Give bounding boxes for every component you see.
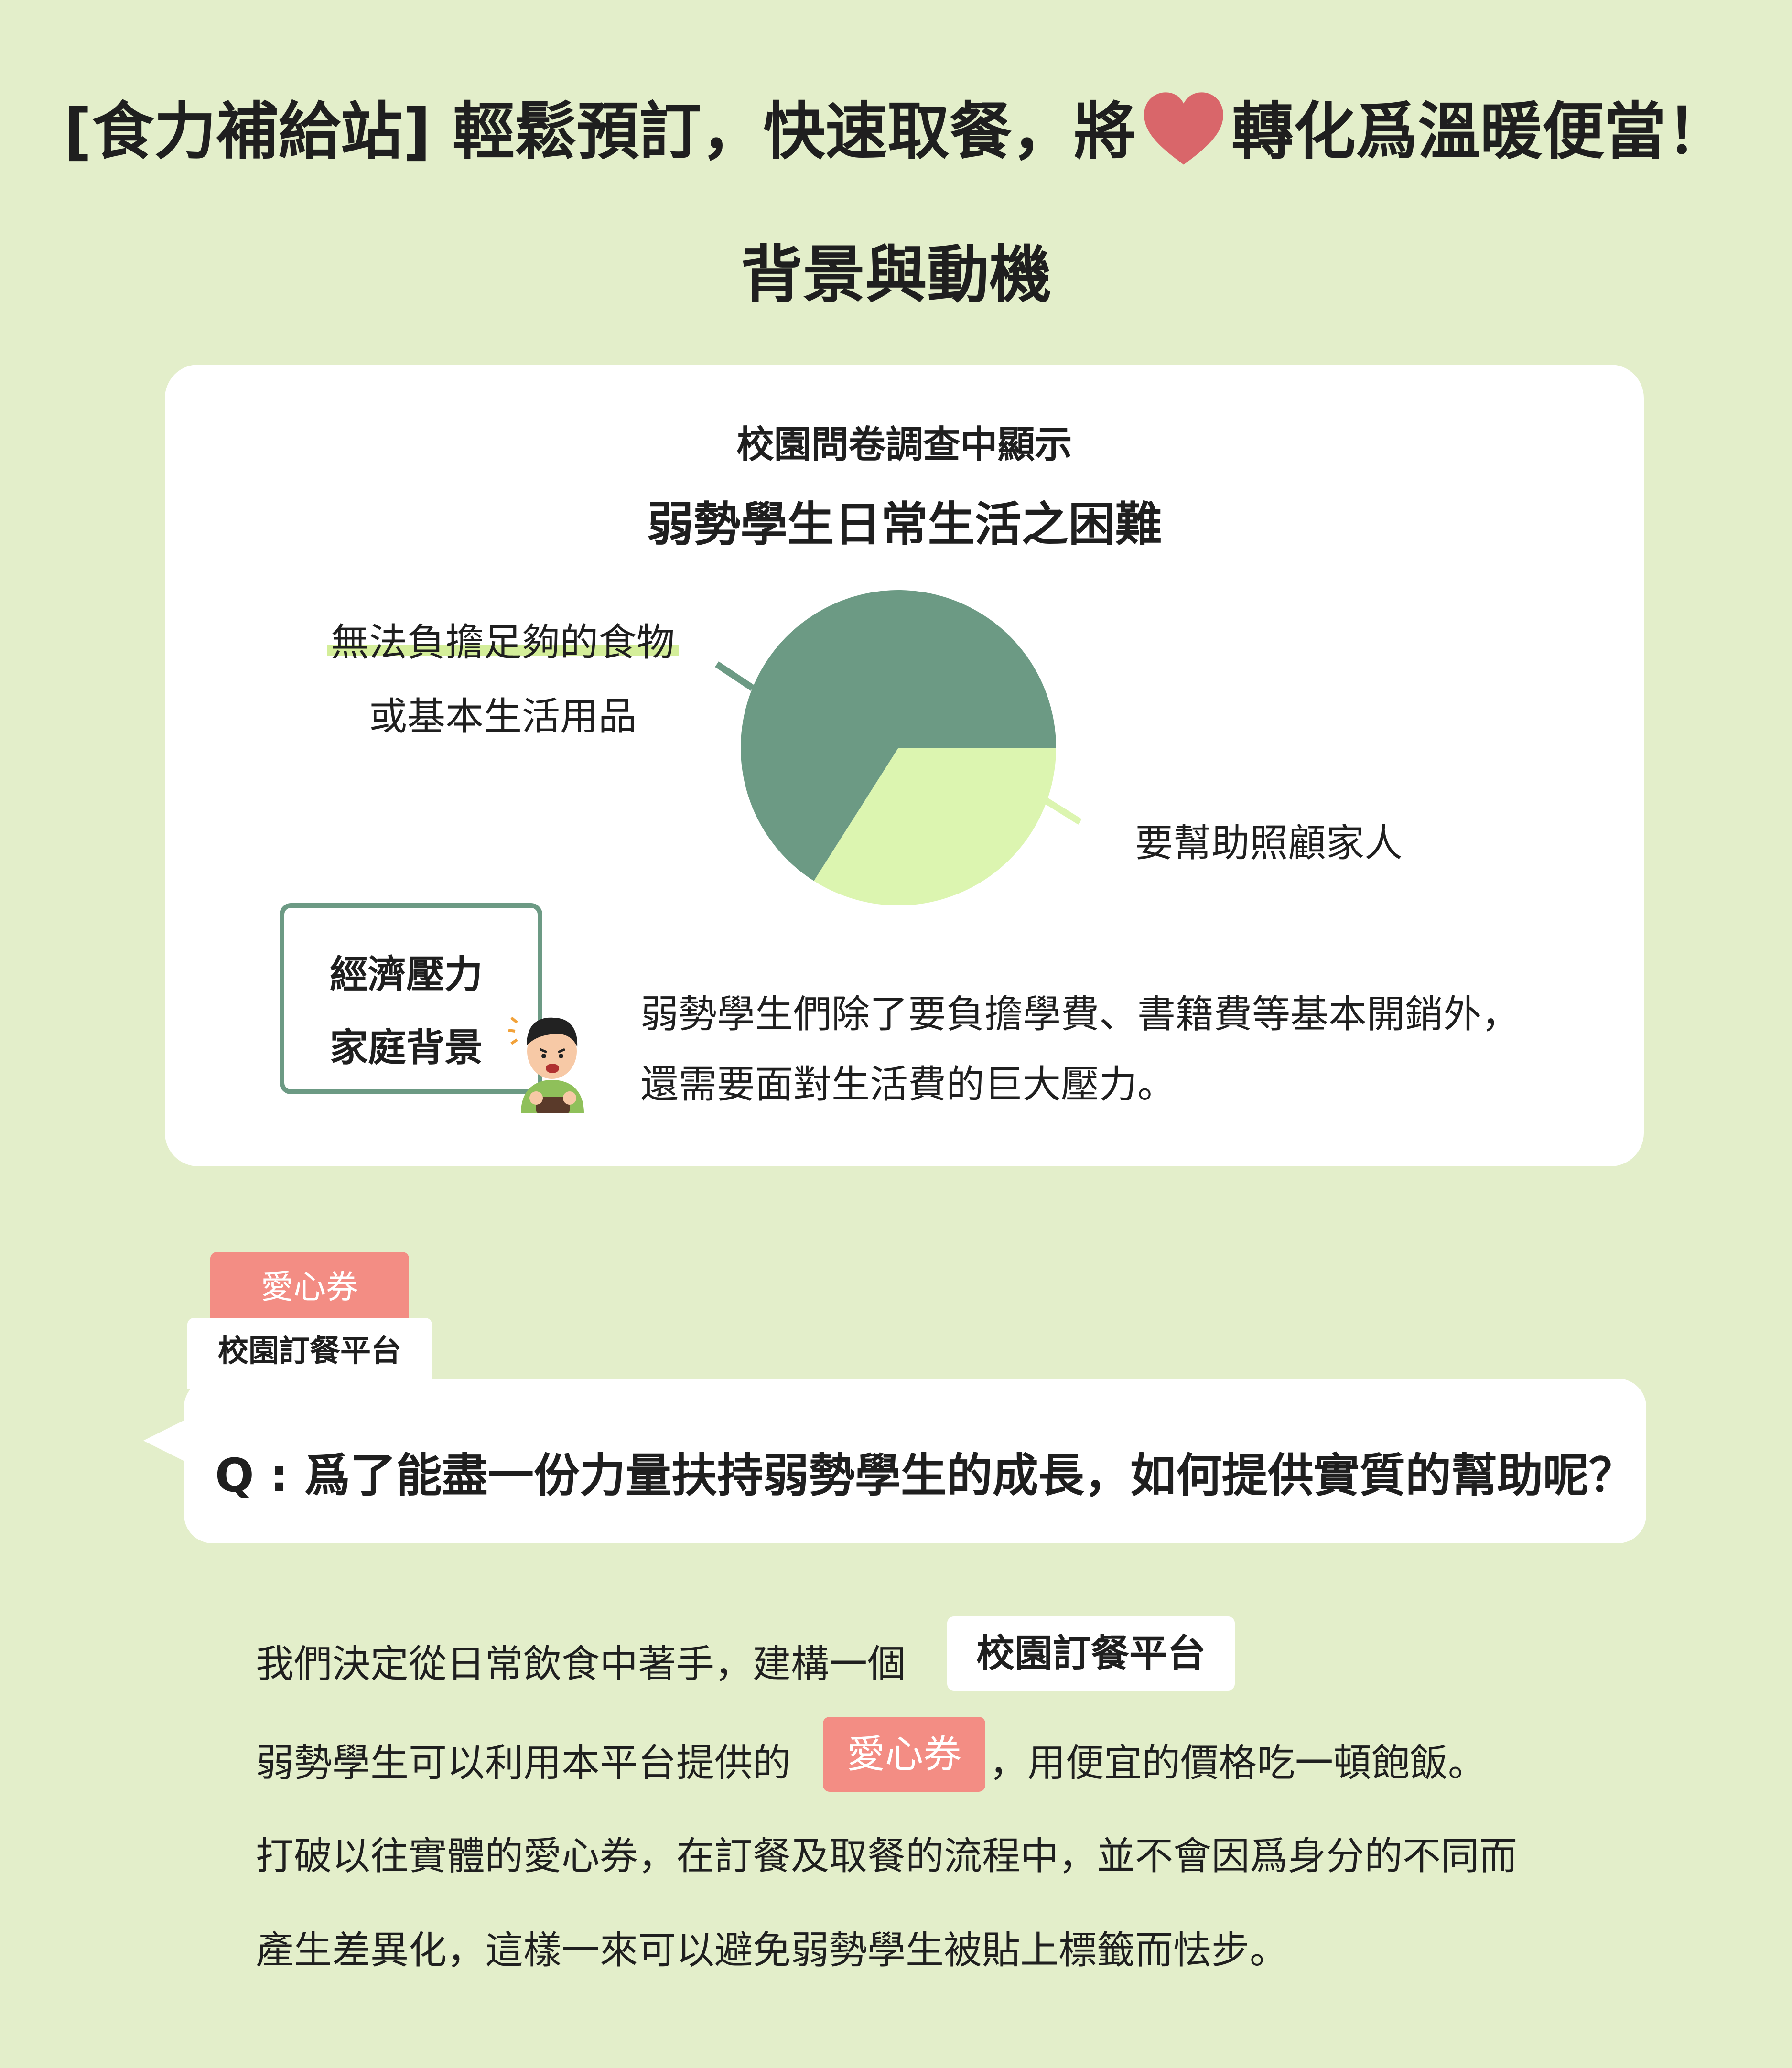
- title-part1: [食力補給站] 輕鬆預訂，快速取餐，將: [63, 95, 1136, 168]
- body-paragraph-4: 產生差異化，這樣一來可以避免弱勢學生被貼上標籤而怯步。: [256, 1928, 1288, 1972]
- body-paragraph-2a: 弱勢學生可以利用本平台提供的: [256, 1741, 791, 1785]
- heart-icon: [1144, 92, 1223, 165]
- pie-label-family: 要幫助照顧家人: [1135, 821, 1403, 865]
- voucher-chip: 愛心券: [823, 1717, 985, 1792]
- stress-label-economic: 經濟壓力: [330, 952, 483, 997]
- pie-label-food-line2: 或基本生活用品: [369, 694, 637, 739]
- title-part2: 轉化爲溫暖便當！: [1231, 95, 1729, 168]
- worried-student-illustration: [508, 1016, 584, 1113]
- stress-label-family: 家庭背景: [330, 1025, 483, 1070]
- section-title: 背景與動機: [740, 238, 1051, 311]
- body-paragraph-3: 打破以往實體的愛心券，在訂餐及取餐的流程中，並不會因爲身分的不同而: [256, 1834, 1517, 1878]
- body-paragraph-1: 我們決定從日常飲食中著手，建構一個: [256, 1642, 906, 1686]
- pie-label-food-line1: 無法負擔足夠的食物: [327, 612, 679, 667]
- survey-subtitle: 校園問卷調查中顯示: [736, 423, 1072, 466]
- page-title: [食力補給站] 輕鬆預訂，快速取餐，將 轉化爲溫暖便當！: [0, 81, 1792, 171]
- survey-heading: 弱勢學生日常生活之困難: [647, 497, 1162, 552]
- description-line2: 還需要面對生活費的巨大壓力。: [640, 1062, 1176, 1107]
- body-paragraph-2b: ，用便宜的價格吃一頓飽飯。: [989, 1741, 1486, 1785]
- question-text: Q : 爲了能盡一份力量扶持弱勢學生的成長，如何提供實質的幫助呢？: [215, 1449, 1635, 1502]
- leader-line-family: [1040, 795, 1082, 825]
- platform-chip: 校園訂餐平台: [947, 1616, 1235, 1691]
- leader-line-food: [715, 661, 755, 691]
- description-line1: 弱勢學生們除了要負擔學費、書籍費等基本開銷外，: [640, 992, 1520, 1036]
- voucher-tag: 愛心券: [210, 1252, 409, 1324]
- pie-chart: [715, 590, 1082, 905]
